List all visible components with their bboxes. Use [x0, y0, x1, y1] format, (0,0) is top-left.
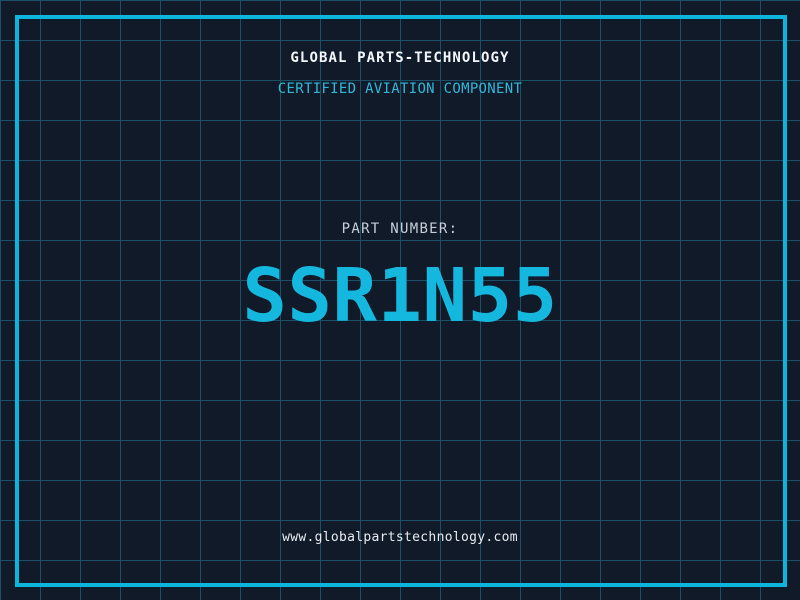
company-title: GLOBAL PARTS-TECHNOLOGY — [290, 50, 510, 66]
part-number-label: PART NUMBER: — [341, 221, 459, 237]
certification-subtitle: CERTIFIED AVIATION COMPONENT — [277, 81, 523, 97]
website-url: www.globalpartstechnology.com — [282, 530, 518, 545]
part-number-value: SSR1N55 — [242, 253, 558, 339]
